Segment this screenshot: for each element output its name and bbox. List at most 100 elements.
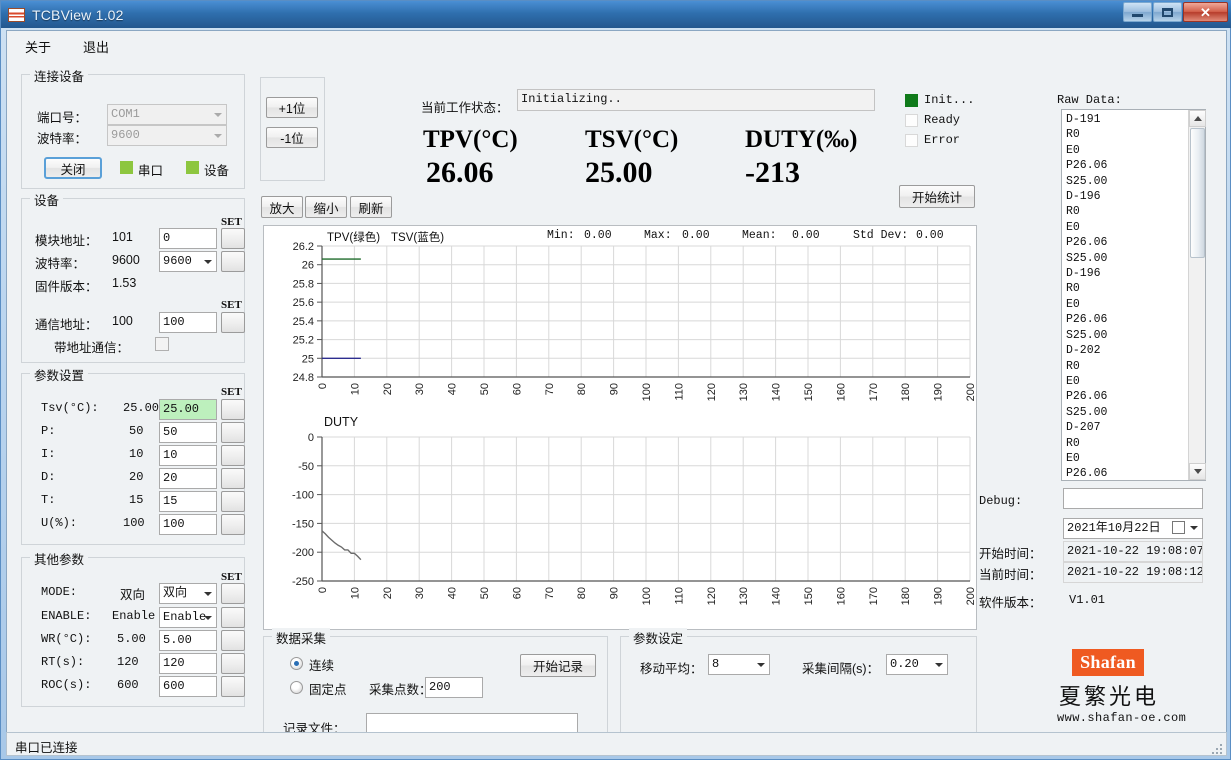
param-name-4: T:	[41, 493, 56, 507]
raw-data-scrollbar[interactable]	[1188, 110, 1206, 480]
work-status-field[interactable]: Initializing..	[517, 89, 875, 111]
continuous-radio[interactable]	[290, 657, 303, 670]
enable-set-button[interactable]	[221, 607, 245, 628]
param-set-button-0[interactable]	[221, 399, 245, 420]
param-input-2[interactable]: 10	[159, 445, 217, 466]
param-set-button-3[interactable]	[221, 468, 245, 489]
menu-bar: 关于 退出	[7, 31, 1226, 57]
status-bar-text: 串口已连接	[15, 741, 78, 755]
param-set-button-4[interactable]	[221, 491, 245, 512]
menu-item-about[interactable]: 关于	[19, 35, 57, 58]
device-baud-select[interactable]: 9600	[159, 251, 217, 272]
client-area: 关于 退出 连接设备 端口号： COM1 波特率： 9600 关闭 串口 设备 …	[6, 30, 1227, 756]
fixed-points-radio[interactable]	[290, 681, 303, 694]
mode-value: 双向	[163, 586, 188, 600]
svg-text:120: 120	[706, 383, 718, 401]
param-set-button-1[interactable]	[221, 422, 245, 443]
scrollbar-thumb[interactable]	[1190, 128, 1205, 258]
svg-text:60: 60	[511, 383, 523, 395]
raw-data-line: E0	[1066, 297, 1080, 311]
comm-address-input[interactable]: 100	[159, 312, 217, 333]
enable-select[interactable]: Enable	[159, 607, 217, 628]
debug-field[interactable]	[1063, 488, 1203, 509]
moving-average-value: 8	[712, 657, 720, 671]
start-record-button[interactable]: 开始记录	[520, 654, 596, 677]
param-input-4[interactable]: 15	[159, 491, 217, 512]
sample-interval-select[interactable]: 0.20	[886, 654, 948, 675]
sample-interval-label: 采集间隔(s)：	[802, 662, 880, 676]
company-logo: Shafan 夏繁光电 www.shafan-oe.com	[1007, 631, 1227, 743]
module-address-input[interactable]: 0	[159, 228, 217, 249]
zoom-in-button[interactable]: 放大	[261, 196, 303, 218]
param-input-1[interactable]: 50	[159, 422, 217, 443]
rt-input[interactable]: 120	[159, 653, 217, 674]
other-value-3: 120	[117, 655, 139, 669]
svg-text:110: 110	[673, 587, 685, 605]
other-parameters-label: 其他参数	[30, 549, 89, 568]
roc-input[interactable]: 600	[159, 676, 217, 697]
scroll-down-button[interactable]	[1189, 463, 1206, 480]
record-file-input[interactable]	[366, 713, 578, 734]
device-set-caption-top: SET	[221, 216, 242, 228]
refresh-button[interactable]: 刷新	[350, 196, 392, 218]
svg-text:50: 50	[479, 383, 491, 395]
comm-address-set-button[interactable]	[221, 312, 245, 333]
scroll-up-button[interactable]	[1189, 110, 1206, 127]
indicator-led-ready	[905, 114, 918, 127]
start-statistics-button[interactable]: 开始统计	[899, 185, 975, 208]
svg-text:160: 160	[835, 383, 847, 401]
rt-set-button[interactable]	[221, 653, 245, 674]
duty-chart: 0 10 20 30 40 50 60 70 80 90 100 110 120 130 140 150 160…	[292, 432, 977, 605]
raw-data-line: R0	[1066, 436, 1080, 450]
close-connection-button[interactable]: 关闭	[44, 157, 102, 179]
other-name-3: RT(s):	[41, 655, 85, 669]
raw-data-line: R0	[1066, 359, 1080, 373]
step-minus-button[interactable]: -1位	[266, 127, 318, 148]
addressed-comm-label: 带地址通信：	[54, 341, 130, 355]
svg-text:70: 70	[544, 383, 556, 395]
mode-select[interactable]: 双向	[159, 583, 217, 604]
wr-input[interactable]: 5.00	[159, 630, 217, 651]
param-input-0[interactable]: 25.00	[159, 399, 217, 420]
param-input-5[interactable]: 100	[159, 514, 217, 535]
baudrate-select[interactable]: 9600	[107, 125, 227, 146]
wr-set-button[interactable]	[221, 630, 245, 651]
raw-data-line: S25.00	[1066, 174, 1108, 188]
port-select[interactable]: COM1	[107, 104, 227, 125]
raw-data-list[interactable]: D-191 R0 E0 P26.06 S25.00 D-196 R0 E0 P26.06 S25.…	[1061, 109, 1206, 481]
step-plus-button[interactable]: +1位	[266, 97, 318, 118]
raw-data-line: D-191	[1066, 113, 1101, 126]
module-address-set-button[interactable]	[221, 228, 245, 249]
moving-average-select[interactable]: 8	[708, 654, 770, 675]
mode-set-button[interactable]	[221, 583, 245, 604]
param-name-3: D:	[41, 470, 56, 484]
addressed-comm-checkbox[interactable]	[155, 337, 169, 351]
points-count-input[interactable]: 200	[425, 677, 483, 698]
device-baud-value: 9600	[112, 253, 140, 267]
chevron-down-icon[interactable]	[1190, 526, 1198, 530]
roc-set-button[interactable]	[221, 676, 245, 697]
maximize-button[interactable]	[1153, 2, 1182, 22]
param-input-3[interactable]: 20	[159, 468, 217, 489]
indicator-label-error: Error	[924, 133, 961, 147]
minimize-button[interactable]	[1123, 2, 1152, 22]
start-time-value: 2021-10-22 19:08:07	[1063, 541, 1203, 562]
menu-item-exit[interactable]: 退出	[77, 35, 115, 58]
svg-text:130: 130	[738, 587, 750, 605]
zoom-out-button[interactable]: 缩小	[305, 196, 347, 218]
param-set-button-2[interactable]	[221, 445, 245, 466]
calendar-icon[interactable]	[1172, 521, 1185, 534]
window-controls: ✕	[1122, 2, 1228, 22]
device-baud-set-button[interactable]	[221, 251, 245, 272]
param-set-button-5[interactable]	[221, 514, 245, 535]
parameter-settings-label: 参数设置	[30, 365, 89, 384]
raw-data-line: R0	[1066, 128, 1080, 142]
raw-data-line: D-196	[1066, 267, 1101, 281]
svg-text:70: 70	[544, 587, 556, 599]
svg-text:25.2: 25.2	[293, 335, 314, 347]
other-name-1: ENABLE:	[41, 609, 92, 623]
close-button[interactable]: ✕	[1183, 2, 1228, 22]
settings-group: 参数设定	[620, 628, 977, 743]
indicator-led-init	[905, 94, 918, 107]
app-icon	[8, 7, 25, 22]
